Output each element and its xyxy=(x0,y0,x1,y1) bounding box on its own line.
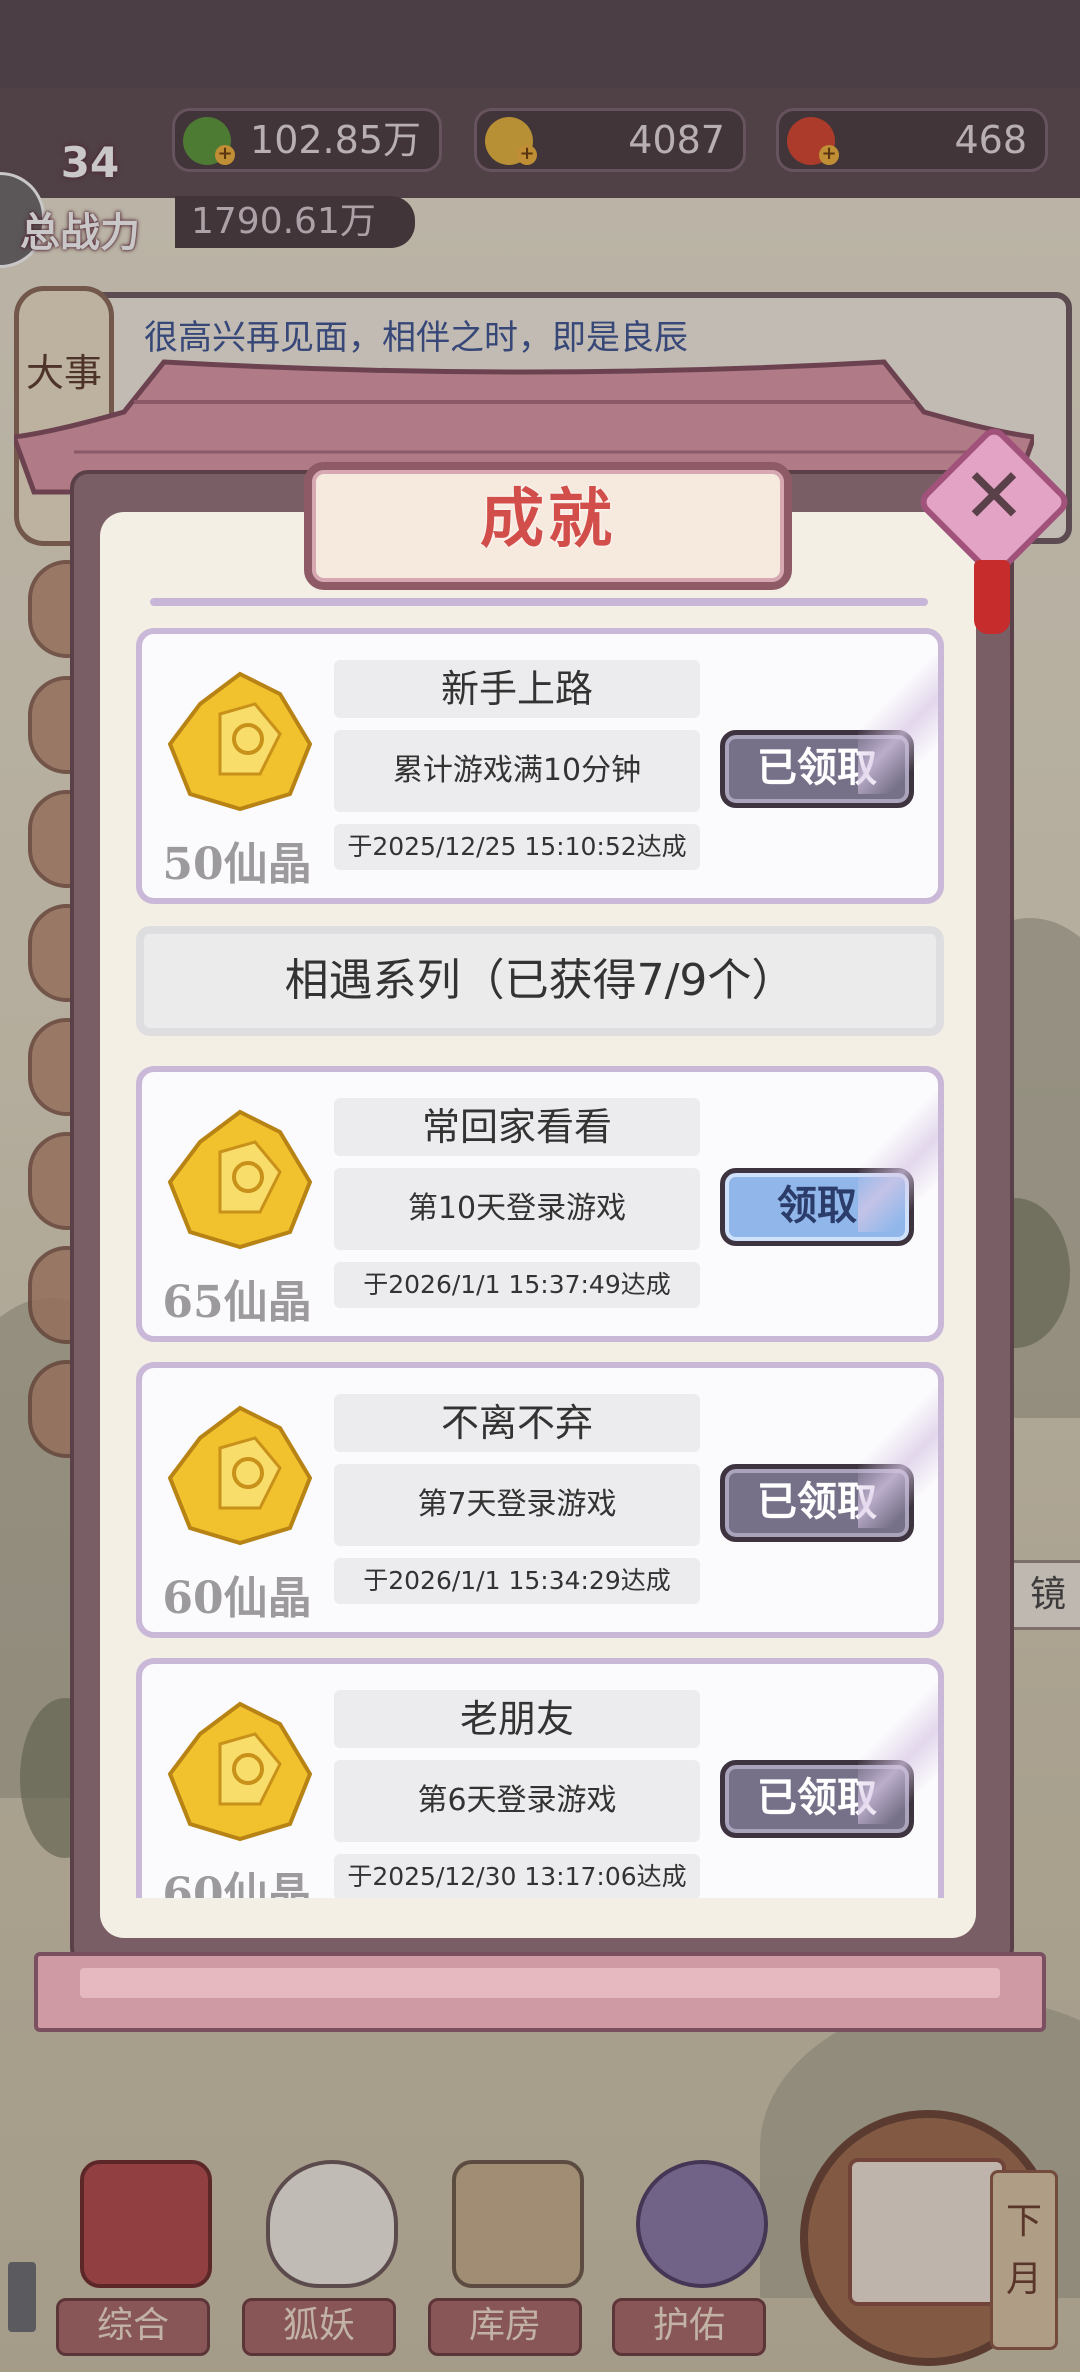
achievement-description: 第10天登录游戏 xyxy=(334,1168,700,1250)
achievement-time: 于2026/1/1 15:34:29达成 xyxy=(334,1558,700,1604)
modal-title-plate: 成就 xyxy=(304,462,792,590)
claimed-button[interactable]: 已领取 xyxy=(720,1464,914,1542)
achievement-time: 于2026/1/1 15:37:49达成 xyxy=(334,1262,700,1308)
achievement-name: 新手上路 xyxy=(334,660,700,718)
crystal-icon xyxy=(167,1109,313,1250)
achievement-card: 50仙晶 新手上路 累计游戏满10分钟 于2025/12/25 15:10:52… xyxy=(136,628,944,904)
achievement-card: 65仙晶 常回家看看 第10天登录游戏 于2026/1/1 15:37:49达成… xyxy=(136,1066,944,1342)
reward-amount: 60仙晶 xyxy=(162,1869,312,1898)
achievement-card: 60仙晶 老朋友 第6天登录游戏 于2025/12/30 13:17:06达成 … xyxy=(136,1658,944,1898)
achievement-name: 常回家看看 xyxy=(334,1098,700,1156)
close-x-icon[interactable]: ✕ xyxy=(944,446,1044,546)
achievement-description: 第6天登录游戏 xyxy=(334,1760,700,1842)
achievement-description: 第7天登录游戏 xyxy=(334,1464,700,1546)
tassel-icon xyxy=(974,560,1010,634)
reward-amount: 65仙晶 xyxy=(162,1277,312,1328)
achievement-name: 不离不弃 xyxy=(334,1394,700,1452)
achievement-name: 老朋友 xyxy=(334,1690,700,1748)
reward-amount: 60仙晶 xyxy=(162,1573,312,1624)
crystal-icon xyxy=(167,1405,313,1546)
series-header-text: 相遇系列（已获得7/9个） xyxy=(284,955,796,1006)
crystal-icon xyxy=(167,1701,313,1842)
claimed-button[interactable]: 已领取 xyxy=(720,1760,914,1838)
reward-amount: 50仙晶 xyxy=(162,839,312,890)
achievement-card: 60仙晶 不离不弃 第7天登录游戏 于2026/1/1 15:34:29达成 已… xyxy=(136,1362,944,1638)
crystal-icon xyxy=(167,671,313,812)
claim-button[interactable]: 领取 xyxy=(720,1168,914,1246)
modal-base-highlight xyxy=(80,1968,1000,1998)
modal-title: 成就 xyxy=(480,482,616,557)
achievement-time: 于2025/12/30 13:17:06达成 xyxy=(334,1854,700,1898)
achievement-time: 于2025/12/25 15:10:52达成 xyxy=(334,824,700,870)
achievement-list[interactable]: 50仙晶 新手上路 累计游戏满10分钟 于2025/12/25 15:10:52… xyxy=(136,598,944,1898)
series-header: 相遇系列（已获得7/9个） xyxy=(136,926,944,1036)
claimed-button[interactable]: 已领取 xyxy=(720,730,914,808)
achievement-description: 累计游戏满10分钟 xyxy=(334,730,700,812)
